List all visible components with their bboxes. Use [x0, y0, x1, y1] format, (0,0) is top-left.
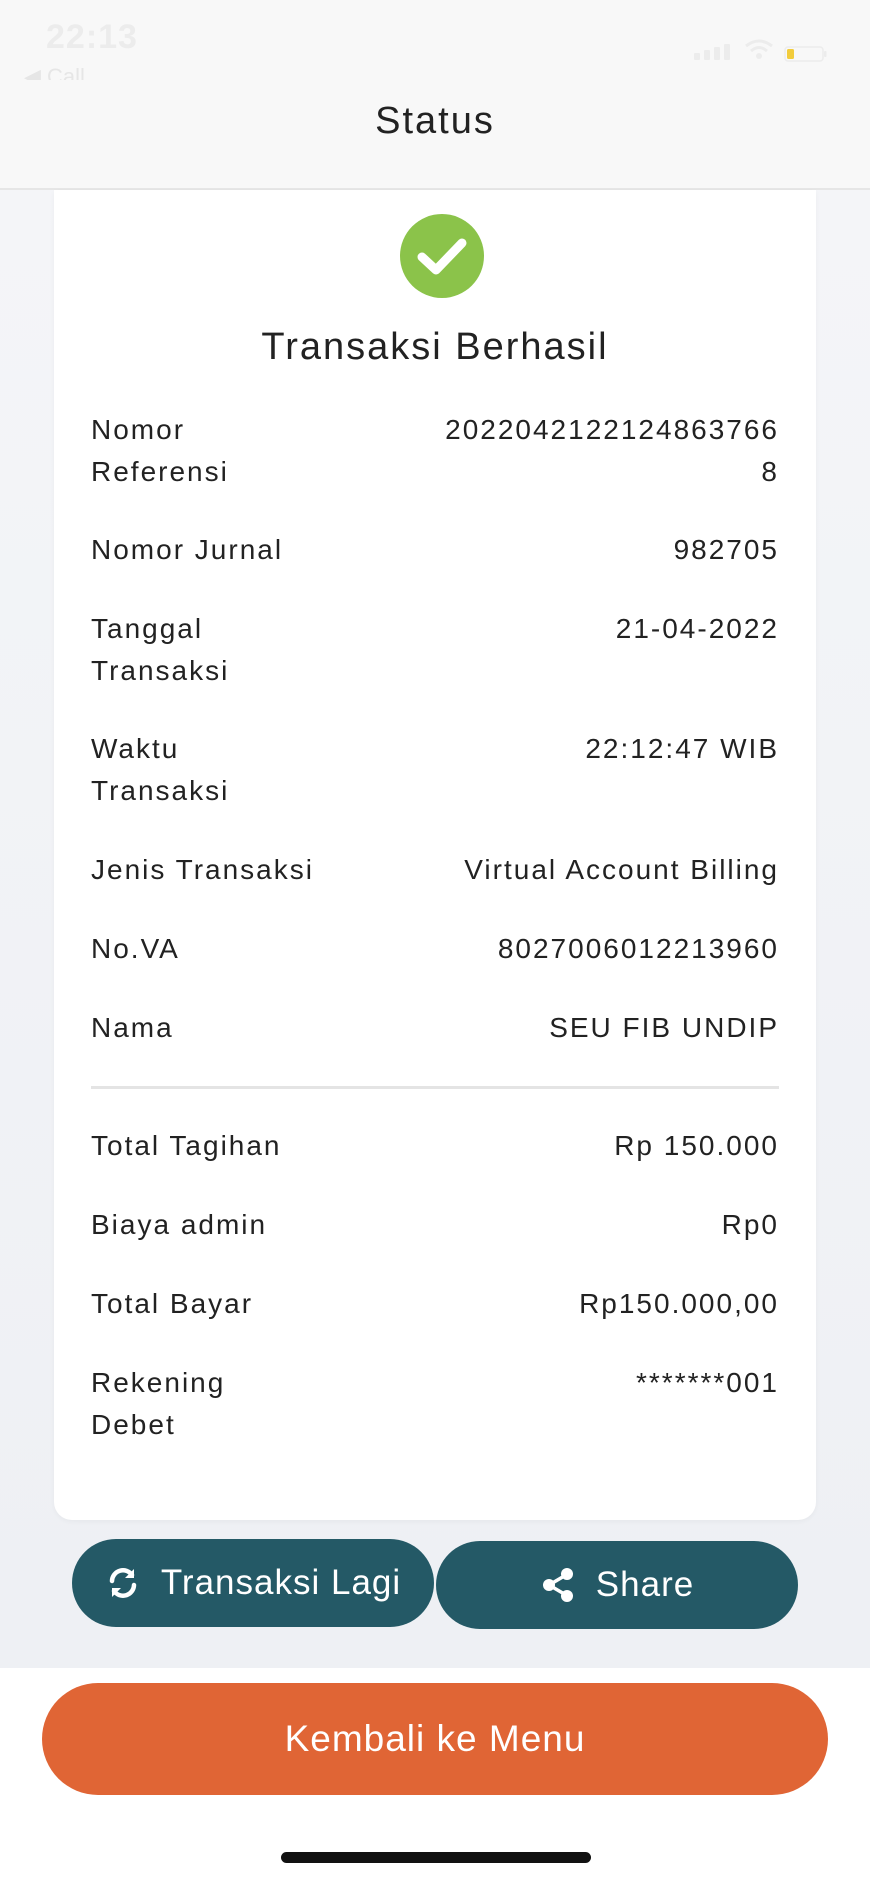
share-icon [542, 1568, 573, 1602]
detail-value: Virtual Account Billing [464, 854, 779, 885]
status-time: 22:13 [46, 18, 138, 56]
cellular-signal-icon [694, 44, 730, 60]
transaction-again-button[interactable]: Transaksi Lagi [72, 1539, 434, 1627]
detail-row-name: Nama SEU FIB UNDIP [91, 1007, 779, 1049]
total-row-bill: Total Tagihan Rp 150.000 [91, 1125, 779, 1167]
detail-row-transaction-date: Tanggal Transaksi 21-04-2022 [91, 608, 779, 692]
detail-label: Tanggal Transaksi [91, 613, 230, 686]
total-label: Total Tagihan [91, 1130, 282, 1161]
total-row-admin-fee: Biaya admin Rp0 [91, 1204, 779, 1246]
share-button[interactable]: Share [436, 1541, 798, 1629]
total-value: *******001 [636, 1367, 779, 1398]
detail-value: 21-04-2022 [615, 613, 779, 644]
total-row-total-paid: Total Bayar Rp150.000,00 [91, 1283, 779, 1325]
detail-label: Waktu Transaksi [91, 733, 230, 806]
total-value: Rp150.000,00 [579, 1288, 779, 1319]
detail-label: Nama [91, 1012, 174, 1043]
detail-label: No.VA [91, 933, 180, 964]
detail-value: 982705 [673, 534, 779, 565]
detail-row-journal-number: Nomor Jurnal 982705 [91, 529, 779, 571]
wifi-icon [745, 39, 773, 59]
battery-icon [784, 46, 827, 62]
back-to-menu-button[interactable]: Kembali ke Menu [42, 1683, 828, 1795]
total-label: Biaya admin [91, 1209, 268, 1240]
detail-label: Nomor Referensi [91, 414, 229, 487]
app-header: Status [0, 80, 870, 190]
detail-label: Jenis Transaksi [91, 854, 314, 885]
detail-row-transaction-type: Jenis Transaksi Virtual Account Billing [91, 849, 779, 891]
total-value: Rp0 [721, 1209, 779, 1240]
refresh-icon [109, 1568, 137, 1598]
check-circle-icon [400, 214, 484, 298]
detail-value: 8027006012213960 [497, 933, 779, 964]
detail-value: 2022042122124863766 8 [445, 414, 779, 487]
divider [91, 1086, 779, 1089]
success-title: Transaksi Berhasil [261, 326, 609, 368]
detail-row-reference-number: Nomor Referensi 2022042122124863766 8 [91, 409, 779, 493]
detail-label: Nomor Jurnal [91, 534, 284, 565]
total-label: Rekening Debet [91, 1367, 226, 1440]
home-indicator[interactable] [281, 1852, 591, 1863]
detail-value: SEU FIB UNDIP [549, 1012, 779, 1043]
total-row-debit-account: Rekening Debet *******001 [91, 1362, 779, 1446]
status-bar: 22:13 ◀ Call [0, 0, 870, 89]
detail-row-va-number: No.VA 8027006012213960 [91, 928, 779, 970]
total-value: Rp 150.000 [614, 1130, 779, 1161]
share-label: Share [595, 1565, 695, 1604]
page-title: Status [375, 100, 495, 142]
detail-value: 22:12:47 WIB [585, 733, 779, 764]
detail-row-transaction-time: Waktu Transaksi 22:12:47 WIB [91, 728, 779, 812]
total-label: Total Bayar [91, 1288, 254, 1319]
transaction-again-label: Transaksi Lagi [160, 1563, 402, 1602]
